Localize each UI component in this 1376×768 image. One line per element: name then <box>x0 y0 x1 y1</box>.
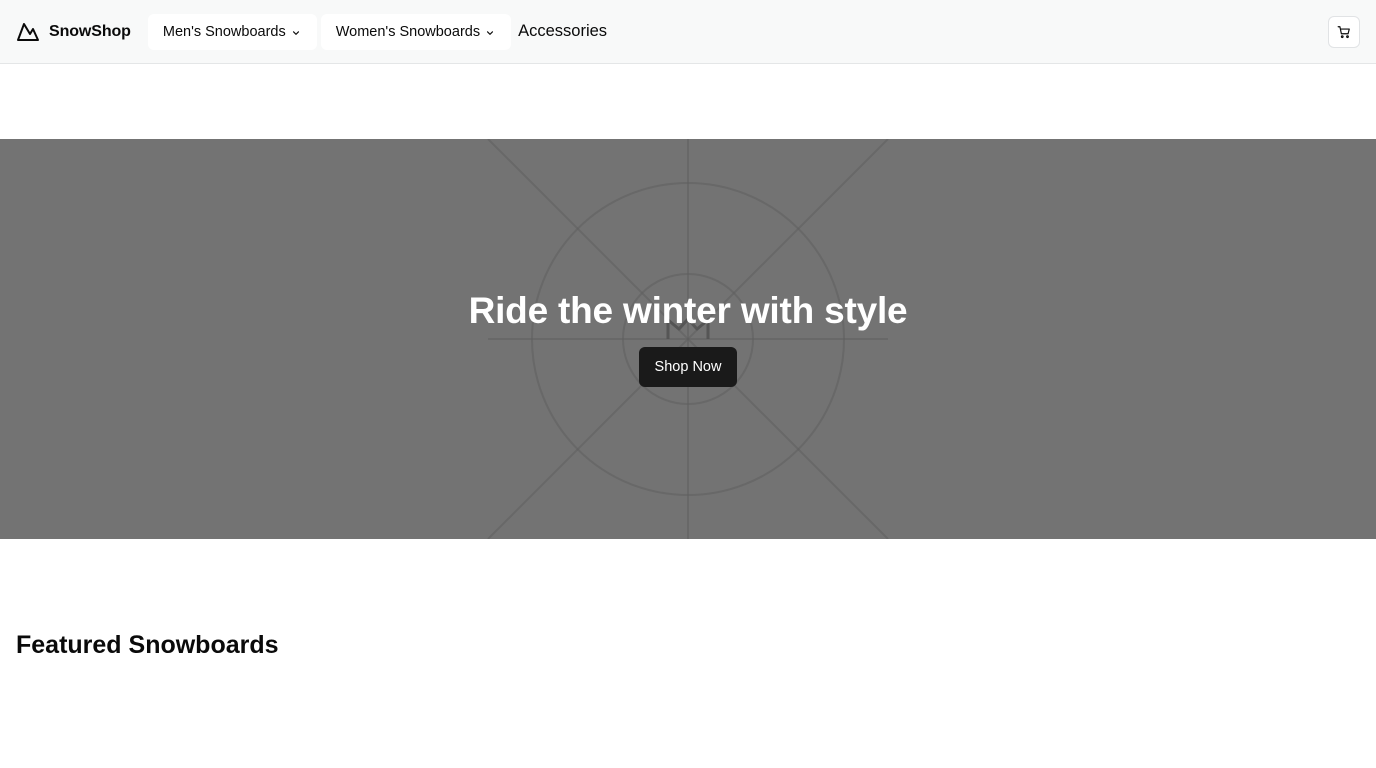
hero-banner: Ride the winter with style Shop Now <box>0 139 1376 539</box>
nav-womens-snowboards-label: Women's Snowboards <box>335 23 481 40</box>
nav-mens-snowboards-label: Men's Snowboards <box>162 23 286 40</box>
chevron-down-icon <box>487 30 494 35</box>
brand-name: SnowShop <box>49 22 131 40</box>
hero-title: Ride the winter with style <box>468 289 908 331</box>
chevron-down-icon <box>292 30 299 35</box>
shopping-cart-icon <box>1337 26 1350 39</box>
hero-content: Ride the winter with style Shop Now <box>0 139 1376 539</box>
nav-womens-snowboards[interactable]: Women's Snowboards <box>320 13 512 50</box>
nav-accessories[interactable]: Accessories <box>518 22 607 41</box>
brand-home-link[interactable]: SnowShop <box>16 20 131 44</box>
mountain-logo-icon <box>17 22 39 41</box>
site-header: SnowShop Men's Snowboards Women's Snowbo… <box>0 0 1376 64</box>
cart-button[interactable] <box>1328 16 1360 48</box>
main-nav: Men's Snowboards Women's Snowboards Acce… <box>147 13 607 50</box>
shop-now-button[interactable]: Shop Now <box>638 346 738 387</box>
nav-mens-snowboards[interactable]: Men's Snowboards <box>147 13 317 50</box>
featured-section-title: Featured Snowboards <box>16 631 279 659</box>
